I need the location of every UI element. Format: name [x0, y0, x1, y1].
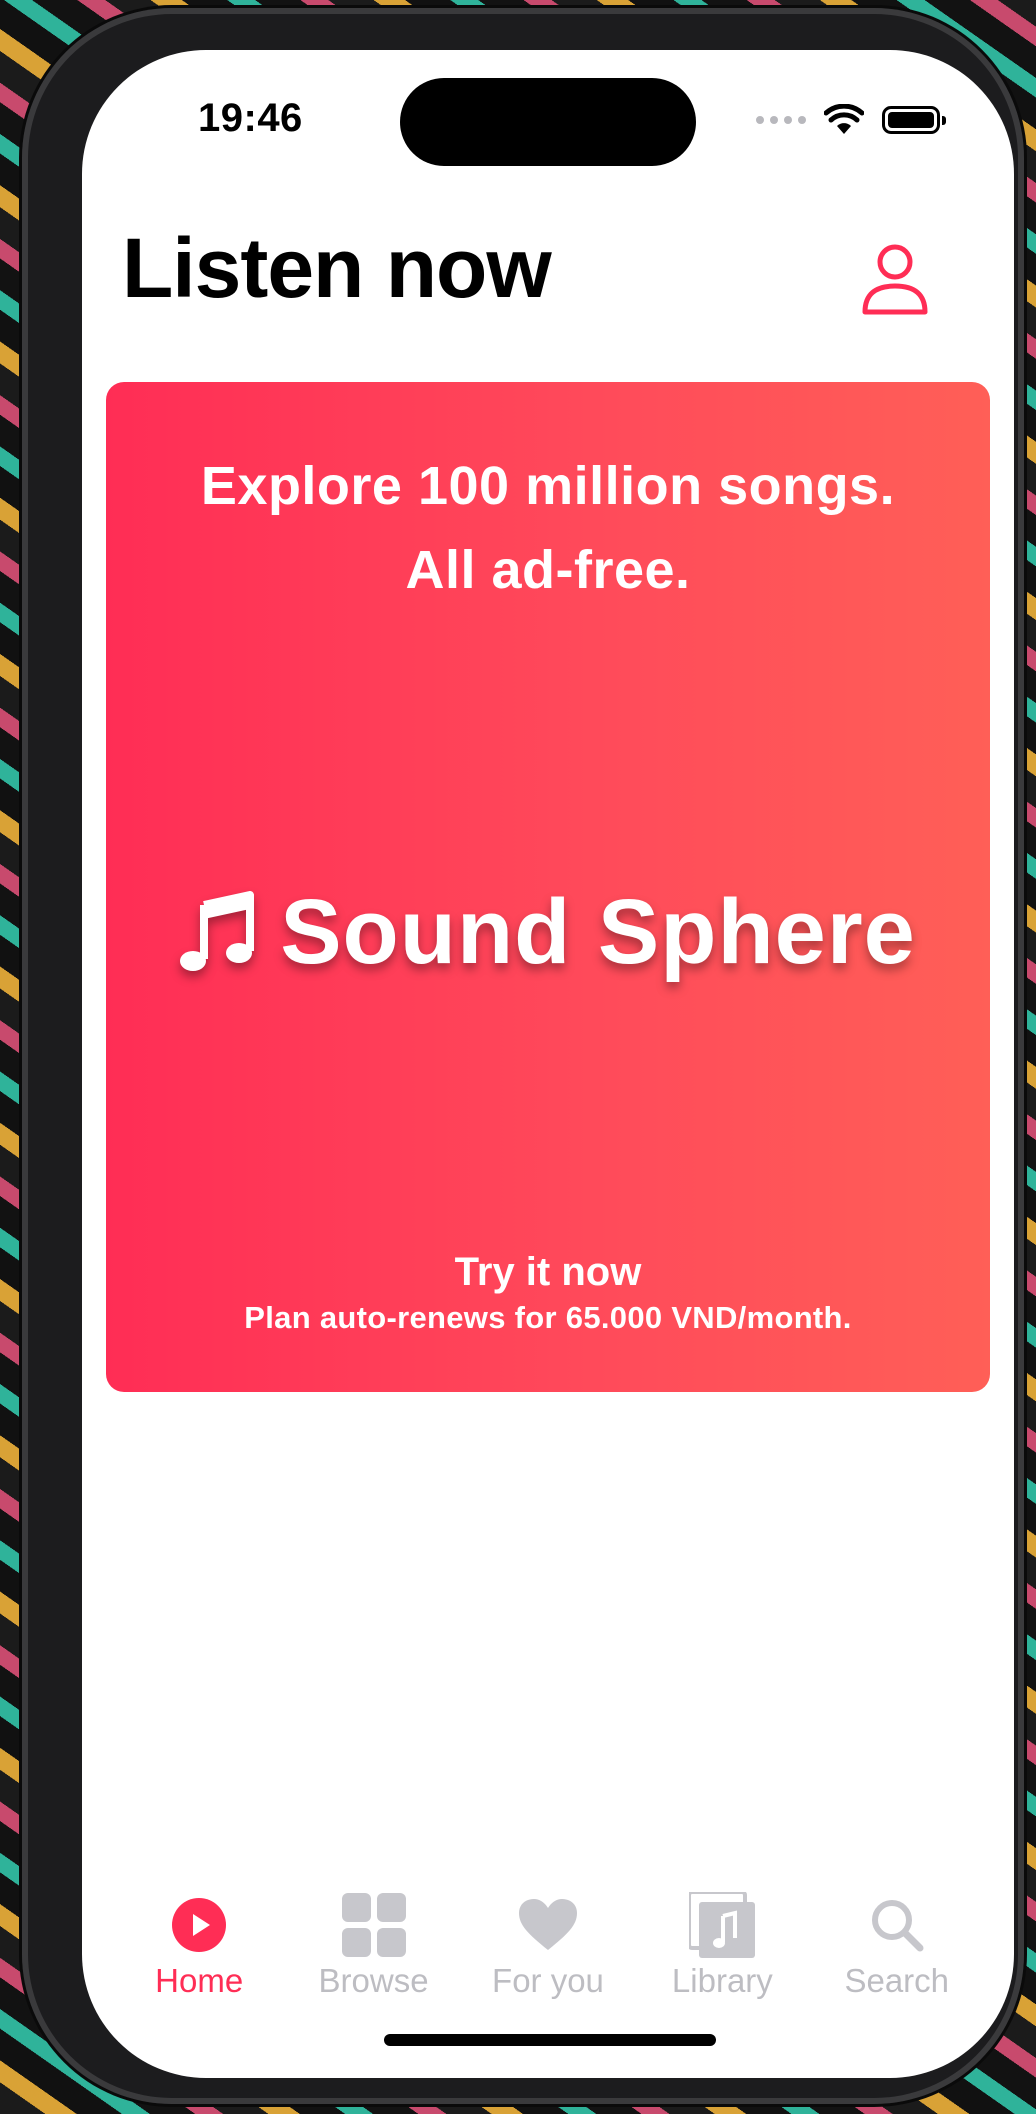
- tab-for-you-label: For you: [492, 1962, 604, 1999]
- play-circle-icon: [172, 1898, 227, 1952]
- promo-headline-line2: All ad-free.: [405, 540, 691, 600]
- music-library-icon: [689, 1892, 756, 1958]
- status-indicators: [756, 100, 946, 140]
- grid-icon: [341, 1893, 406, 1957]
- promo-subtext: Plan auto-renews for 65.000 VND/month.: [244, 1300, 852, 1335]
- app-screen: 19:46 Listen now Explore 100 million son…: [82, 50, 1014, 2078]
- tab-search[interactable]: Search: [812, 1892, 982, 2032]
- brand-name: Sound Sphere: [280, 881, 916, 983]
- promo-headline-line1: Explore 100 million songs.: [200, 456, 896, 516]
- tab-browse[interactable]: Browse: [289, 1892, 459, 2032]
- signal-dots-icon: [756, 116, 806, 124]
- search-icon: [871, 1900, 924, 1952]
- page-title: Listen now: [122, 221, 552, 315]
- wifi-icon: [824, 104, 864, 134]
- tab-search-label: Search: [844, 1962, 950, 1999]
- status-time: 19:46: [198, 96, 303, 140]
- tab-bar: Home Browse For you Library Search: [82, 1892, 1014, 2032]
- dynamic-island: [400, 78, 696, 166]
- music-note-icon: [180, 890, 255, 971]
- brand-logo: Sound Sphere: [106, 880, 990, 985]
- subscription-promo-card[interactable]: Explore 100 million songs. All ad-free. …: [106, 382, 990, 1392]
- tab-library[interactable]: Library: [637, 1892, 807, 2032]
- tab-home[interactable]: Home: [114, 1892, 284, 2032]
- tab-browse-label: Browse: [318, 1962, 429, 1999]
- home-indicator[interactable]: [384, 2034, 716, 2046]
- tab-for-you[interactable]: For you: [463, 1892, 633, 2032]
- person-icon: [862, 244, 928, 315]
- profile-button[interactable]: [860, 242, 930, 318]
- tab-library-label: Library: [671, 1962, 773, 1999]
- phone-frame: 19:46 Listen now Explore 100 million son…: [22, 8, 1024, 2104]
- try-it-now-label[interactable]: Try it now: [106, 1250, 990, 1295]
- tab-home-label: Home: [155, 1962, 244, 1999]
- battery-icon: [882, 106, 946, 134]
- heart-icon: [518, 1899, 577, 1950]
- promo-headline: Explore 100 million songs. All ad-free.: [106, 444, 990, 612]
